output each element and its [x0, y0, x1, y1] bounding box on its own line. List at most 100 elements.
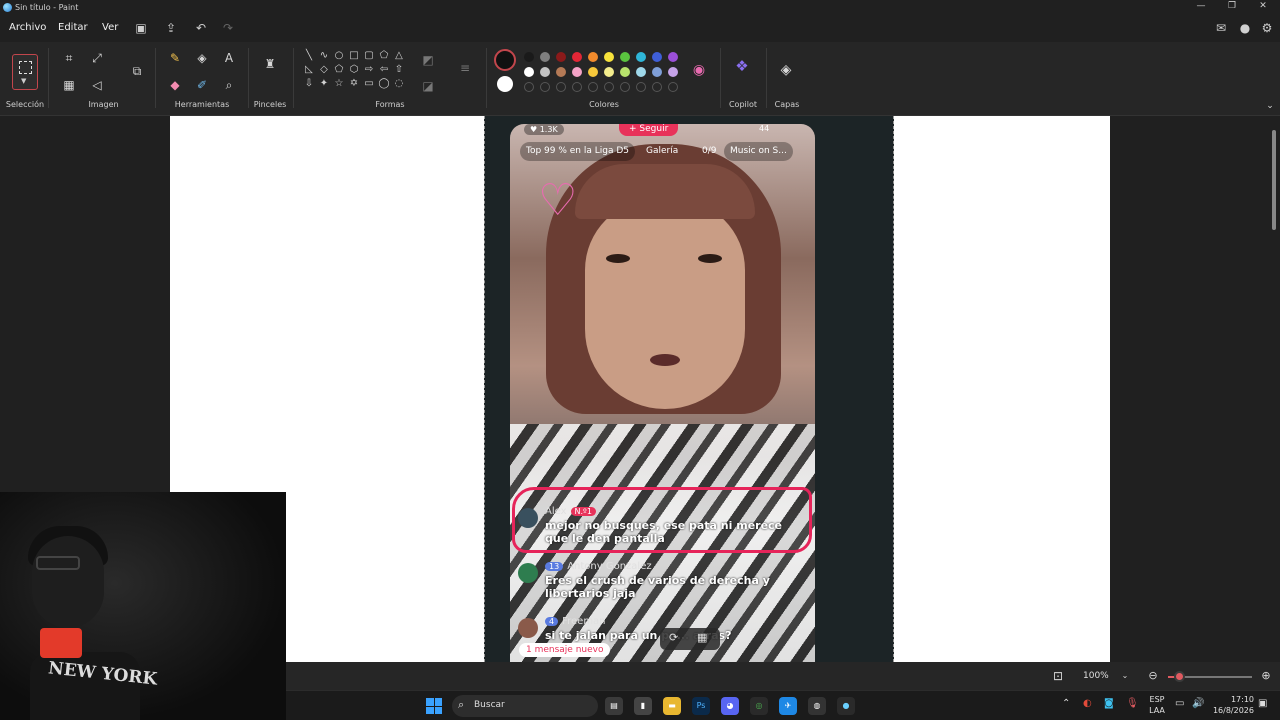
scroll-thumb[interactable]	[1272, 130, 1276, 230]
arrow-left-shape-icon[interactable]: ⇦	[377, 64, 391, 75]
rotate-selection-icon[interactable]: ⟳	[669, 631, 678, 644]
oval-shape-icon[interactable]: ○	[332, 50, 346, 61]
zoom-in-icon[interactable]: ⊕	[1258, 668, 1274, 684]
color-swatch[interactable]	[668, 52, 678, 62]
follow-button[interactable]: + Seguir	[619, 124, 679, 136]
gallery-chip[interactable]: Galería	[640, 142, 684, 161]
close-button[interactable]: ✕	[1248, 1, 1278, 11]
custom-color-slot[interactable]	[604, 82, 614, 92]
edit-colors-icon[interactable]: ◉	[691, 62, 707, 78]
taskbar-search[interactable]: ⌕ Buscar	[452, 695, 598, 717]
tray-app-icon[interactable]: ◐	[1083, 698, 1092, 709]
volume-icon[interactable]: 🔊	[1192, 698, 1204, 709]
menu-edit[interactable]: Editar	[58, 22, 88, 33]
collapse-ribbon-icon[interactable]: ⌄	[1262, 98, 1278, 114]
custom-color-slot[interactable]	[572, 82, 582, 92]
color-swatch[interactable]	[540, 67, 550, 77]
zoom-out-icon[interactable]: ⊖	[1145, 668, 1161, 684]
color-swatch[interactable]	[620, 52, 630, 62]
fill-icon[interactable]: ◪	[420, 78, 436, 94]
primary-color-swatch[interactable]	[494, 49, 516, 71]
color-swatch[interactable]	[524, 52, 534, 62]
app-icon[interactable]: ◍	[808, 697, 826, 715]
color-swatch[interactable]	[652, 67, 662, 77]
color-swatch[interactable]	[636, 67, 646, 77]
rectangle-shape-icon[interactable]: □	[347, 50, 361, 61]
five-point-star-shape-icon[interactable]: ☆	[332, 78, 346, 89]
background-remove-icon[interactable]: ▦	[61, 77, 77, 93]
league-rank-chip[interactable]: Top 99 % en la Liga D5	[520, 142, 636, 161]
color-swatch[interactable]	[588, 67, 598, 77]
copilot-icon[interactable]: ❖	[734, 58, 750, 74]
account-icon[interactable]: ●	[1237, 21, 1253, 35]
color-swatch[interactable]	[540, 52, 550, 62]
custom-color-slot[interactable]	[668, 82, 678, 92]
clock[interactable]: 17:10 16/8/2026	[1210, 694, 1254, 716]
custom-color-slot[interactable]	[652, 82, 662, 92]
fill-bucket-icon[interactable]: ◈	[194, 50, 210, 66]
maximize-button[interactable]: ❐	[1217, 1, 1247, 11]
notifications-icon[interactable]: ▣	[1258, 698, 1267, 709]
input-language[interactable]: ESP LAA	[1146, 694, 1168, 716]
discord-icon[interactable]: ◕	[721, 697, 739, 715]
hexagon-shape-icon[interactable]: ⬡	[347, 64, 361, 75]
app-icon[interactable]: ▮	[634, 697, 652, 715]
selection-tool-button[interactable]: ▼	[12, 54, 38, 90]
fit-to-window-icon[interactable]: ⊡	[1050, 668, 1066, 684]
vertical-scrollbar[interactable]	[1270, 116, 1278, 662]
music-chip[interactable]: Music on S...	[724, 142, 793, 161]
feedback-icon[interactable]: ✉	[1213, 21, 1229, 35]
microphone-icon[interactable]: 🎙	[1126, 698, 1139, 709]
chevron-up-icon[interactable]: ⌃	[1062, 698, 1070, 709]
callout-oval-shape-icon[interactable]: ◯	[377, 78, 391, 89]
color-swatch[interactable]	[524, 67, 534, 77]
image-generator-icon[interactable]: ⧉	[129, 63, 145, 79]
custom-color-slot[interactable]	[524, 82, 534, 92]
color-swatch[interactable]	[668, 67, 678, 77]
menu-file[interactable]: Archivo	[9, 22, 46, 33]
chrome-icon[interactable]: ◎	[750, 697, 768, 715]
color-swatch[interactable]	[572, 67, 582, 77]
secondary-color-swatch[interactable]	[497, 76, 513, 92]
color-swatch[interactable]	[588, 52, 598, 62]
undo-icon[interactable]: ↶	[193, 21, 209, 35]
zoom-slider-thumb[interactable]	[1174, 671, 1185, 682]
four-point-star-shape-icon[interactable]: ✦	[317, 78, 331, 89]
color-swatch[interactable]	[636, 52, 646, 62]
redo-icon[interactable]: ↷	[220, 21, 236, 35]
custom-color-slot[interactable]	[588, 82, 598, 92]
color-swatch[interactable]	[572, 52, 582, 62]
layers-icon[interactable]: ◈	[778, 62, 794, 78]
pencil-icon[interactable]: ✎	[167, 50, 183, 66]
chevron-down-icon[interactable]: ⌄	[1117, 668, 1133, 684]
color-swatch[interactable]	[556, 52, 566, 62]
start-button[interactable]	[426, 698, 442, 714]
callout-rect-shape-icon[interactable]: ▭	[362, 78, 376, 89]
right-triangle-shape-icon[interactable]: ◺	[302, 64, 316, 75]
brush-icon[interactable]: ♜	[262, 56, 278, 72]
color-swatch[interactable]	[604, 52, 614, 62]
save-icon[interactable]: ▣	[133, 21, 149, 35]
resize-icon[interactable]: ⤢	[89, 50, 105, 66]
remove-background-icon[interactable]: ▦	[697, 631, 707, 644]
settings-gear-icon[interactable]: ⚙	[1259, 21, 1275, 35]
file-explorer-icon[interactable]: ▬	[663, 697, 681, 715]
zoom-level[interactable]: 100%	[1083, 671, 1109, 681]
custom-color-slot[interactable]	[556, 82, 566, 92]
triangle-shape-icon[interactable]: △	[392, 50, 406, 61]
text-icon[interactable]: A	[221, 50, 237, 66]
paint-taskbar-icon[interactable]: ●	[837, 697, 855, 715]
minimize-button[interactable]: —	[1186, 1, 1216, 11]
menu-view[interactable]: Ver	[102, 22, 118, 33]
eraser-icon[interactable]: ◆	[167, 77, 183, 93]
pentagon-shape-icon[interactable]: ⬠	[332, 64, 346, 75]
network-icon[interactable]: ▭	[1175, 698, 1184, 709]
curve-shape-icon[interactable]: ∿	[317, 50, 331, 61]
color-swatch[interactable]	[604, 67, 614, 77]
crop-icon[interactable]: ⌗	[61, 50, 77, 66]
outline-icon[interactable]: ◩	[420, 52, 436, 68]
diamond-shape-icon[interactable]: ◇	[317, 64, 331, 75]
stroke-size-icon[interactable]: ≡	[457, 60, 473, 76]
color-picker-icon[interactable]: ✐	[194, 77, 210, 93]
messaging-app-icon[interactable]: ✈	[779, 697, 797, 715]
